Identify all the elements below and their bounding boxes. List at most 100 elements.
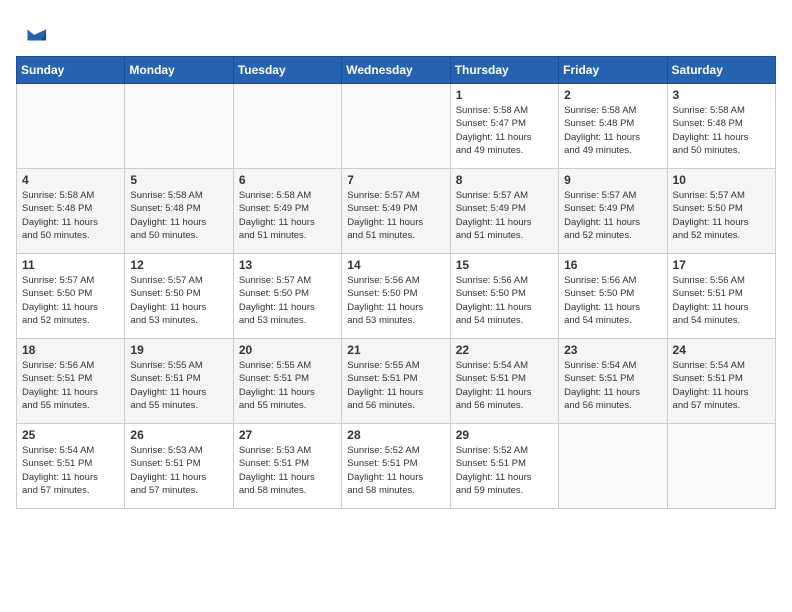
calendar-cell bbox=[342, 84, 450, 169]
day-number: 23 bbox=[564, 343, 661, 357]
calendar-cell: 12 Sunrise: 5:57 AM Sunset: 5:50 PM Dayli… bbox=[125, 254, 233, 339]
day-info: Sunrise: 5:52 AM Sunset: 5:51 PM Dayligh… bbox=[456, 444, 553, 497]
day-info: Sunrise: 5:54 AM Sunset: 5:51 PM Dayligh… bbox=[456, 359, 553, 412]
day-number: 20 bbox=[239, 343, 336, 357]
calendar-cell: 1 Sunrise: 5:58 AM Sunset: 5:47 PM Daylig… bbox=[450, 84, 558, 169]
day-number: 13 bbox=[239, 258, 336, 272]
day-number: 7 bbox=[347, 173, 444, 187]
calendar-cell: 9 Sunrise: 5:57 AM Sunset: 5:49 PM Daylig… bbox=[559, 169, 667, 254]
logo bbox=[16, 20, 48, 48]
calendar-cell: 4 Sunrise: 5:58 AM Sunset: 5:48 PM Daylig… bbox=[17, 169, 125, 254]
calendar-week-3: 11 Sunrise: 5:57 AM Sunset: 5:50 PM Dayli… bbox=[17, 254, 776, 339]
day-number: 4 bbox=[22, 173, 119, 187]
day-header-thursday: Thursday bbox=[450, 57, 558, 84]
calendar-cell: 10 Sunrise: 5:57 AM Sunset: 5:50 PM Dayli… bbox=[667, 169, 775, 254]
day-number: 12 bbox=[130, 258, 227, 272]
calendar-cell: 11 Sunrise: 5:57 AM Sunset: 5:50 PM Dayli… bbox=[17, 254, 125, 339]
day-number: 5 bbox=[130, 173, 227, 187]
day-info: Sunrise: 5:57 AM Sunset: 5:50 PM Dayligh… bbox=[239, 274, 336, 327]
calendar-cell: 2 Sunrise: 5:58 AM Sunset: 5:48 PM Daylig… bbox=[559, 84, 667, 169]
day-number: 6 bbox=[239, 173, 336, 187]
day-info: Sunrise: 5:55 AM Sunset: 5:51 PM Dayligh… bbox=[130, 359, 227, 412]
calendar-cell bbox=[125, 84, 233, 169]
day-info: Sunrise: 5:58 AM Sunset: 5:48 PM Dayligh… bbox=[130, 189, 227, 242]
calendar-cell: 26Sunrise: 5:53 AM Sunset: 5:51 PM Dayli… bbox=[125, 424, 233, 509]
calendar-week-4: 18 Sunrise: 5:56 AM Sunset: 5:51 PM Dayli… bbox=[17, 339, 776, 424]
day-header-tuesday: Tuesday bbox=[233, 57, 341, 84]
day-info: Sunrise: 5:58 AM Sunset: 5:48 PM Dayligh… bbox=[564, 104, 661, 157]
day-info: Sunrise: 5:55 AM Sunset: 5:51 PM Dayligh… bbox=[347, 359, 444, 412]
day-header-saturday: Saturday bbox=[667, 57, 775, 84]
day-info: Sunrise: 5:57 AM Sunset: 5:50 PM Dayligh… bbox=[673, 189, 770, 242]
day-number: 22 bbox=[456, 343, 553, 357]
day-number: 10 bbox=[673, 173, 770, 187]
calendar-table: SundayMondayTuesdayWednesdayThursdayFrid… bbox=[16, 56, 776, 509]
day-info: Sunrise: 5:56 AM Sunset: 5:51 PM Dayligh… bbox=[673, 274, 770, 327]
calendar-cell: 15 Sunrise: 5:56 AM Sunset: 5:50 PM Dayli… bbox=[450, 254, 558, 339]
day-info: Sunrise: 5:53 AM Sunset: 5:51 PM Dayligh… bbox=[130, 444, 227, 497]
day-info: Sunrise: 5:55 AM Sunset: 5:51 PM Dayligh… bbox=[239, 359, 336, 412]
day-number: 17 bbox=[673, 258, 770, 272]
day-number: 19 bbox=[130, 343, 227, 357]
calendar-cell bbox=[667, 424, 775, 509]
calendar-cell: 18 Sunrise: 5:56 AM Sunset: 5:51 PM Dayli… bbox=[17, 339, 125, 424]
day-info: Sunrise: 5:56 AM Sunset: 5:51 PM Dayligh… bbox=[22, 359, 119, 412]
calendar-cell: 17 Sunrise: 5:56 AM Sunset: 5:51 PM Dayli… bbox=[667, 254, 775, 339]
day-number: 27 bbox=[239, 428, 336, 442]
day-number: 14 bbox=[347, 258, 444, 272]
calendar-cell: 16 Sunrise: 5:56 AM Sunset: 5:50 PM Dayli… bbox=[559, 254, 667, 339]
calendar-cell: 28Sunrise: 5:52 AM Sunset: 5:51 PM Dayli… bbox=[342, 424, 450, 509]
calendar-header-row: SundayMondayTuesdayWednesdayThursdayFrid… bbox=[17, 57, 776, 84]
calendar-cell: 23 Sunrise: 5:54 AM Sunset: 5:51 PM Dayli… bbox=[559, 339, 667, 424]
calendar-cell: 29 Sunrise: 5:52 AM Sunset: 5:51 PM Dayli… bbox=[450, 424, 558, 509]
calendar-cell: 25 Sunrise: 5:54 AM Sunset: 5:51 PM Dayli… bbox=[17, 424, 125, 509]
day-number: 9 bbox=[564, 173, 661, 187]
calendar-cell: 8 Sunrise: 5:57 AM Sunset: 5:49 PM Daylig… bbox=[450, 169, 558, 254]
calendar-cell: 13 Sunrise: 5:57 AM Sunset: 5:50 PM Dayli… bbox=[233, 254, 341, 339]
day-info: Sunrise: 5:58 AM Sunset: 5:49 PM Dayligh… bbox=[239, 189, 336, 242]
day-info: Sunrise: 5:57 AM Sunset: 5:49 PM Dayligh… bbox=[456, 189, 553, 242]
day-number: 15 bbox=[456, 258, 553, 272]
day-info: Sunrise: 5:57 AM Sunset: 5:49 PM Dayligh… bbox=[564, 189, 661, 242]
calendar-cell: 20 Sunrise: 5:55 AM Sunset: 5:51 PM Dayli… bbox=[233, 339, 341, 424]
day-number: 24 bbox=[673, 343, 770, 357]
day-info: Sunrise: 5:52 AM Sunset: 5:51 PM Dayligh… bbox=[347, 444, 444, 497]
day-number: 8 bbox=[456, 173, 553, 187]
calendar-week-5: 25 Sunrise: 5:54 AM Sunset: 5:51 PM Dayli… bbox=[17, 424, 776, 509]
calendar-cell: 6 Sunrise: 5:58 AM Sunset: 5:49 PM Daylig… bbox=[233, 169, 341, 254]
day-number: 11 bbox=[22, 258, 119, 272]
day-number: 18 bbox=[22, 343, 119, 357]
calendar-cell: 21 Sunrise: 5:55 AM Sunset: 5:51 PM Dayli… bbox=[342, 339, 450, 424]
calendar-cell bbox=[233, 84, 341, 169]
day-info: Sunrise: 5:57 AM Sunset: 5:50 PM Dayligh… bbox=[130, 274, 227, 327]
calendar-cell: 5 Sunrise: 5:58 AM Sunset: 5:48 PM Daylig… bbox=[125, 169, 233, 254]
day-info: Sunrise: 5:57 AM Sunset: 5:49 PM Dayligh… bbox=[347, 189, 444, 242]
day-header-monday: Monday bbox=[125, 57, 233, 84]
day-header-wednesday: Wednesday bbox=[342, 57, 450, 84]
day-info: Sunrise: 5:56 AM Sunset: 5:50 PM Dayligh… bbox=[456, 274, 553, 327]
calendar-cell: 7 Sunrise: 5:57 AM Sunset: 5:49 PM Daylig… bbox=[342, 169, 450, 254]
day-number: 25 bbox=[22, 428, 119, 442]
day-info: Sunrise: 5:54 AM Sunset: 5:51 PM Dayligh… bbox=[564, 359, 661, 412]
calendar-cell: 22 Sunrise: 5:54 AM Sunset: 5:51 PM Dayli… bbox=[450, 339, 558, 424]
day-info: Sunrise: 5:56 AM Sunset: 5:50 PM Dayligh… bbox=[564, 274, 661, 327]
day-number: 3 bbox=[673, 88, 770, 102]
calendar-cell: 27 Sunrise: 5:53 AM Sunset: 5:51 PM Dayli… bbox=[233, 424, 341, 509]
calendar-cell: 3Sunrise: 5:58 AM Sunset: 5:48 PM Daylig… bbox=[667, 84, 775, 169]
day-info: Sunrise: 5:58 AM Sunset: 5:47 PM Dayligh… bbox=[456, 104, 553, 157]
page-header bbox=[16, 16, 776, 48]
calendar-week-1: 1 Sunrise: 5:58 AM Sunset: 5:47 PM Daylig… bbox=[17, 84, 776, 169]
day-info: Sunrise: 5:56 AM Sunset: 5:50 PM Dayligh… bbox=[347, 274, 444, 327]
day-info: Sunrise: 5:57 AM Sunset: 5:50 PM Dayligh… bbox=[22, 274, 119, 327]
day-number: 21 bbox=[347, 343, 444, 357]
calendar-cell: 14 Sunrise: 5:56 AM Sunset: 5:50 PM Dayli… bbox=[342, 254, 450, 339]
day-number: 16 bbox=[564, 258, 661, 272]
day-number: 2 bbox=[564, 88, 661, 102]
day-info: Sunrise: 5:54 AM Sunset: 5:51 PM Dayligh… bbox=[22, 444, 119, 497]
logo-icon bbox=[20, 20, 48, 48]
day-number: 29 bbox=[456, 428, 553, 442]
day-info: Sunrise: 5:53 AM Sunset: 5:51 PM Dayligh… bbox=[239, 444, 336, 497]
day-info: Sunrise: 5:58 AM Sunset: 5:48 PM Dayligh… bbox=[22, 189, 119, 242]
day-number: 1 bbox=[456, 88, 553, 102]
calendar-cell bbox=[17, 84, 125, 169]
